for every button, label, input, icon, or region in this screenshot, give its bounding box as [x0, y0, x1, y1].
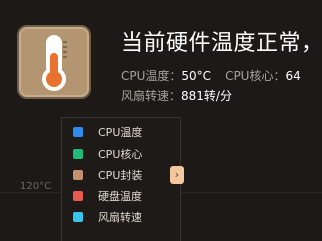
- legend-swatch: [73, 212, 83, 222]
- chevron-right-icon: ›: [174, 168, 180, 181]
- stat-row-fan: 风扇转速：881转/分: [121, 86, 301, 106]
- legend-swatch: [73, 149, 83, 159]
- legend-item-disk-temp[interactable]: 硬盘温度: [73, 189, 142, 205]
- legend-label: 硬盘温度: [98, 190, 142, 203]
- thermometer-icon: [17, 25, 91, 99]
- fan-speed-value: 881转/分: [181, 89, 232, 103]
- legend-item-fan-speed[interactable]: 风扇转速: [73, 210, 142, 226]
- legend-item-cpu-core[interactable]: CPU核心: [73, 147, 142, 163]
- legend-label: 风扇转速: [98, 211, 142, 224]
- legend-toggle-button[interactable]: ›: [170, 166, 184, 184]
- cpu-temp-value: 50°C: [181, 69, 212, 83]
- stats-panel: CPU温度：50°C CPU核心：64 风扇转速：881转/分: [121, 66, 301, 106]
- y-axis-tick: 120°C: [20, 181, 52, 192]
- legend-label: CPU封装: [98, 169, 143, 182]
- cpu-core-label: CPU核心：: [225, 69, 286, 83]
- legend-label: CPU温度: [98, 126, 143, 139]
- stat-row-cpu: CPU温度：50°C CPU核心：64: [121, 66, 301, 86]
- cpu-temp-label: CPU温度：: [121, 69, 182, 83]
- status-headline: 当前硬件温度正常，: [121, 31, 322, 56]
- legend-swatch: [73, 127, 83, 137]
- legend-item-cpu-temp[interactable]: CPU温度: [73, 125, 142, 141]
- legend-label: CPU核心: [98, 148, 143, 161]
- legend-item-cpu-package[interactable]: CPU封装: [73, 168, 142, 184]
- chart-legend: CPU温度 CPU核心 CPU封装 硬盘温度 风扇转速: [61, 117, 181, 241]
- legend-swatch: [73, 191, 83, 201]
- fan-speed-label: 风扇转速：: [121, 89, 182, 103]
- legend-swatch: [73, 170, 83, 180]
- cpu-core-value: 64: [285, 69, 301, 83]
